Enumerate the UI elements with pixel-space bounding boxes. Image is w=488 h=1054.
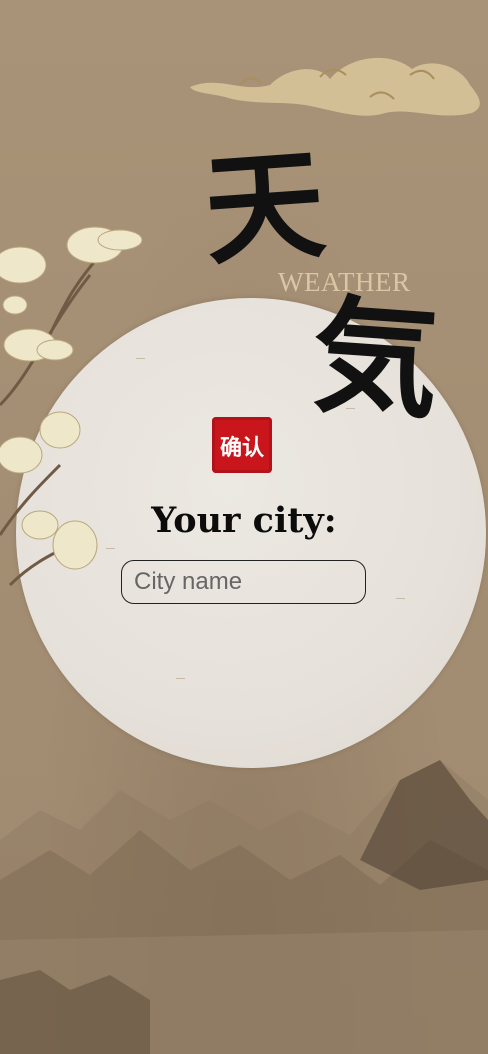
ink-mountains-icon: [0, 760, 488, 1054]
red-seal-stamp-icon: 确认: [220, 435, 264, 461]
confirm-seal-button[interactable]: 确认: [212, 417, 272, 473]
title-char-2: 気: [307, 280, 444, 438]
seal-text: 确认: [220, 435, 264, 461]
title-char-1: 天: [199, 133, 330, 283]
cloud-decoration-icon: [190, 57, 480, 116]
magnolia-branch-icon: [0, 226, 143, 587]
